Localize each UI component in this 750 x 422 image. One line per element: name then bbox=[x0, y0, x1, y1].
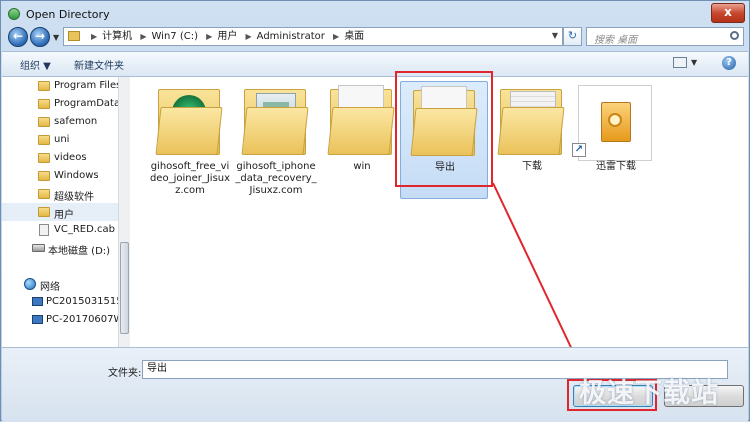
file-icon bbox=[39, 224, 49, 236]
tree-item-label: Windows bbox=[54, 170, 99, 181]
folder-item-video-joiner[interactable]: gihosoft_free_video_joiner_Jisuxz.com bbox=[146, 81, 234, 199]
tree-item-videos[interactable]: videos bbox=[2, 149, 118, 167]
site-watermark: 极速下载站 bbox=[579, 378, 719, 409]
search-icon bbox=[730, 31, 739, 40]
refresh-button[interactable]: ↻ bbox=[563, 27, 582, 46]
tree-item-network[interactable]: 网络 bbox=[2, 275, 118, 293]
folder-item-label: gihosoft_iphone_data_recovery_Jisuxz.com bbox=[235, 161, 317, 196]
folder-icon bbox=[38, 99, 50, 109]
open-directory-dialog: Open Directory x ← → ▼ ▶ 计算机 ▶ Win7 (C:) ▶… bbox=[0, 0, 750, 422]
folder-icon bbox=[38, 153, 50, 163]
folder-item-iphone-recovery[interactable]: gihosoft_iphone_data_recovery_Jisuxz.com bbox=[232, 81, 320, 199]
folder-item-win[interactable]: win bbox=[318, 81, 406, 199]
folder-front bbox=[155, 107, 223, 155]
folder-icon bbox=[38, 207, 50, 217]
window-title: Open Directory bbox=[26, 8, 110, 21]
navigation-pane: Program Files ProgramData safemon uni vi… bbox=[2, 77, 130, 347]
folder-item-label: gihosoft_free_video_joiner_Jisuxz.com bbox=[149, 161, 231, 196]
computer-icon bbox=[32, 315, 43, 324]
close-icon: x bbox=[724, 5, 732, 19]
breadcrumb-drive-c[interactable]: Win7 (C:) bbox=[152, 31, 198, 42]
breadcrumb-separator[interactable]: ▶ bbox=[246, 32, 252, 41]
tree-item-label: 超级软件 bbox=[54, 192, 94, 203]
folder-front bbox=[241, 107, 309, 155]
breadcrumb-desktop[interactable]: 桌面 bbox=[344, 31, 364, 42]
computer-icon bbox=[32, 297, 43, 306]
tree-item-pc-1[interactable]: PC20150315153 bbox=[2, 293, 118, 311]
help-button[interactable]: ? bbox=[722, 56, 736, 70]
view-options-icon[interactable] bbox=[673, 57, 687, 68]
tree-item-program-files[interactable]: Program Files bbox=[2, 77, 118, 95]
breadcrumb-separator[interactable]: ▶ bbox=[206, 32, 212, 41]
folder-icon bbox=[38, 117, 50, 127]
tree-item-label: safemon bbox=[54, 116, 98, 127]
tree-item-label: ProgramData bbox=[54, 98, 118, 109]
tree-item-uni[interactable]: uni bbox=[2, 131, 118, 149]
tree-item-super-software[interactable]: 超级软件 bbox=[2, 185, 118, 203]
shortcut-folder-icon bbox=[578, 85, 652, 161]
tree-item-label: VC_RED.cab bbox=[54, 224, 115, 235]
search-box[interactable]: 搜索 桌面 bbox=[586, 27, 744, 46]
folder-item-label: win bbox=[353, 161, 371, 172]
shortcut-arrow-icon: ↗ bbox=[572, 143, 586, 157]
tree-item-pc-2[interactable]: PC-20170607W1 bbox=[2, 311, 118, 329]
refresh-icon: ↻ bbox=[567, 29, 578, 42]
breadcrumb-users[interactable]: 用户 bbox=[217, 31, 237, 42]
folder-icon bbox=[38, 171, 50, 181]
new-folder-button[interactable]: 新建文件夹 bbox=[74, 57, 124, 72]
title-bar: Open Directory x bbox=[1, 1, 749, 27]
command-toolbar: 组织 ▼ 新建文件夹 ▼ ? bbox=[2, 51, 748, 77]
tree-item-label: PC-20170607W1 bbox=[46, 314, 118, 325]
folder-item-label: 下载 bbox=[522, 161, 542, 172]
scrollbar-thumb[interactable] bbox=[120, 242, 129, 334]
annotation-highlight-folder bbox=[395, 71, 493, 187]
folder-icon bbox=[38, 81, 50, 91]
folder-item-label: 迅雷下载 bbox=[596, 161, 636, 172]
tree-item-label: 用户 bbox=[54, 210, 74, 221]
folder-item-downloads[interactable]: 下载 bbox=[488, 81, 576, 199]
tree-item-label: Program Files bbox=[54, 80, 118, 91]
tree-item-vc-red-cab[interactable]: VC_RED.cab bbox=[2, 221, 118, 239]
folder-icon bbox=[68, 31, 80, 41]
folder-front bbox=[327, 107, 395, 155]
search-input[interactable]: 搜索 桌面 bbox=[594, 31, 637, 46]
close-button[interactable]: x bbox=[711, 3, 745, 23]
folder-icon bbox=[38, 189, 50, 199]
address-dropdown-icon[interactable]: ▼ bbox=[552, 31, 558, 40]
breadcrumb-computer[interactable]: 计算机 bbox=[102, 31, 132, 42]
tree-item-label: PC20150315153 bbox=[46, 296, 118, 307]
network-icon bbox=[24, 278, 36, 290]
organize-button[interactable]: 组织 ▼ bbox=[20, 57, 51, 72]
recent-locations-dropdown[interactable]: ▼ bbox=[53, 33, 59, 42]
tree-item-label: 本地磁盘 (D:) bbox=[48, 246, 111, 257]
breadcrumb-separator[interactable]: ▶ bbox=[91, 32, 97, 41]
folder-icon bbox=[38, 135, 50, 145]
tree-item-safemon[interactable]: safemon bbox=[2, 113, 118, 131]
nav-pane-scrollbar[interactable] bbox=[118, 77, 130, 347]
breadcrumb-separator[interactable]: ▶ bbox=[333, 32, 339, 41]
breadcrumb-administrator[interactable]: Administrator bbox=[257, 31, 325, 42]
breadcrumb-separator[interactable]: ▶ bbox=[140, 32, 146, 41]
app-icon bbox=[8, 8, 20, 20]
breadcrumb: ▶ 计算机 ▶ Win7 (C:) ▶ 用户 ▶ Administrator ▶ 桌面 bbox=[86, 30, 364, 43]
drive-icon bbox=[32, 244, 45, 252]
address-bar[interactable]: ▶ 计算机 ▶ Win7 (C:) ▶ 用户 ▶ Administrator ▶ 桌面 ▼ bbox=[63, 27, 563, 46]
tree-item-drive-d[interactable]: 本地磁盘 (D:) bbox=[2, 239, 118, 257]
tree-item-programdata[interactable]: ProgramData bbox=[2, 95, 118, 113]
tree-item-windows[interactable]: Windows bbox=[2, 167, 118, 185]
folder-front bbox=[497, 107, 565, 155]
tree-item-label: videos bbox=[54, 152, 87, 163]
view-dropdown-icon[interactable]: ▼ bbox=[691, 58, 697, 67]
arrow-left-icon: ← bbox=[12, 29, 24, 43]
forward-button[interactable]: → bbox=[30, 27, 50, 47]
folder-field-label: 文件夹: bbox=[108, 368, 142, 379]
arrow-right-icon: → bbox=[34, 29, 46, 43]
tree-item-label: uni bbox=[54, 134, 70, 145]
tree-item-label: 网络 bbox=[40, 282, 60, 293]
back-button[interactable]: ← bbox=[8, 27, 28, 47]
folder-item-xunlei-downloads[interactable]: ↗ 迅雷下载 bbox=[572, 81, 660, 199]
tree-item-users[interactable]: 用户 bbox=[2, 203, 118, 221]
